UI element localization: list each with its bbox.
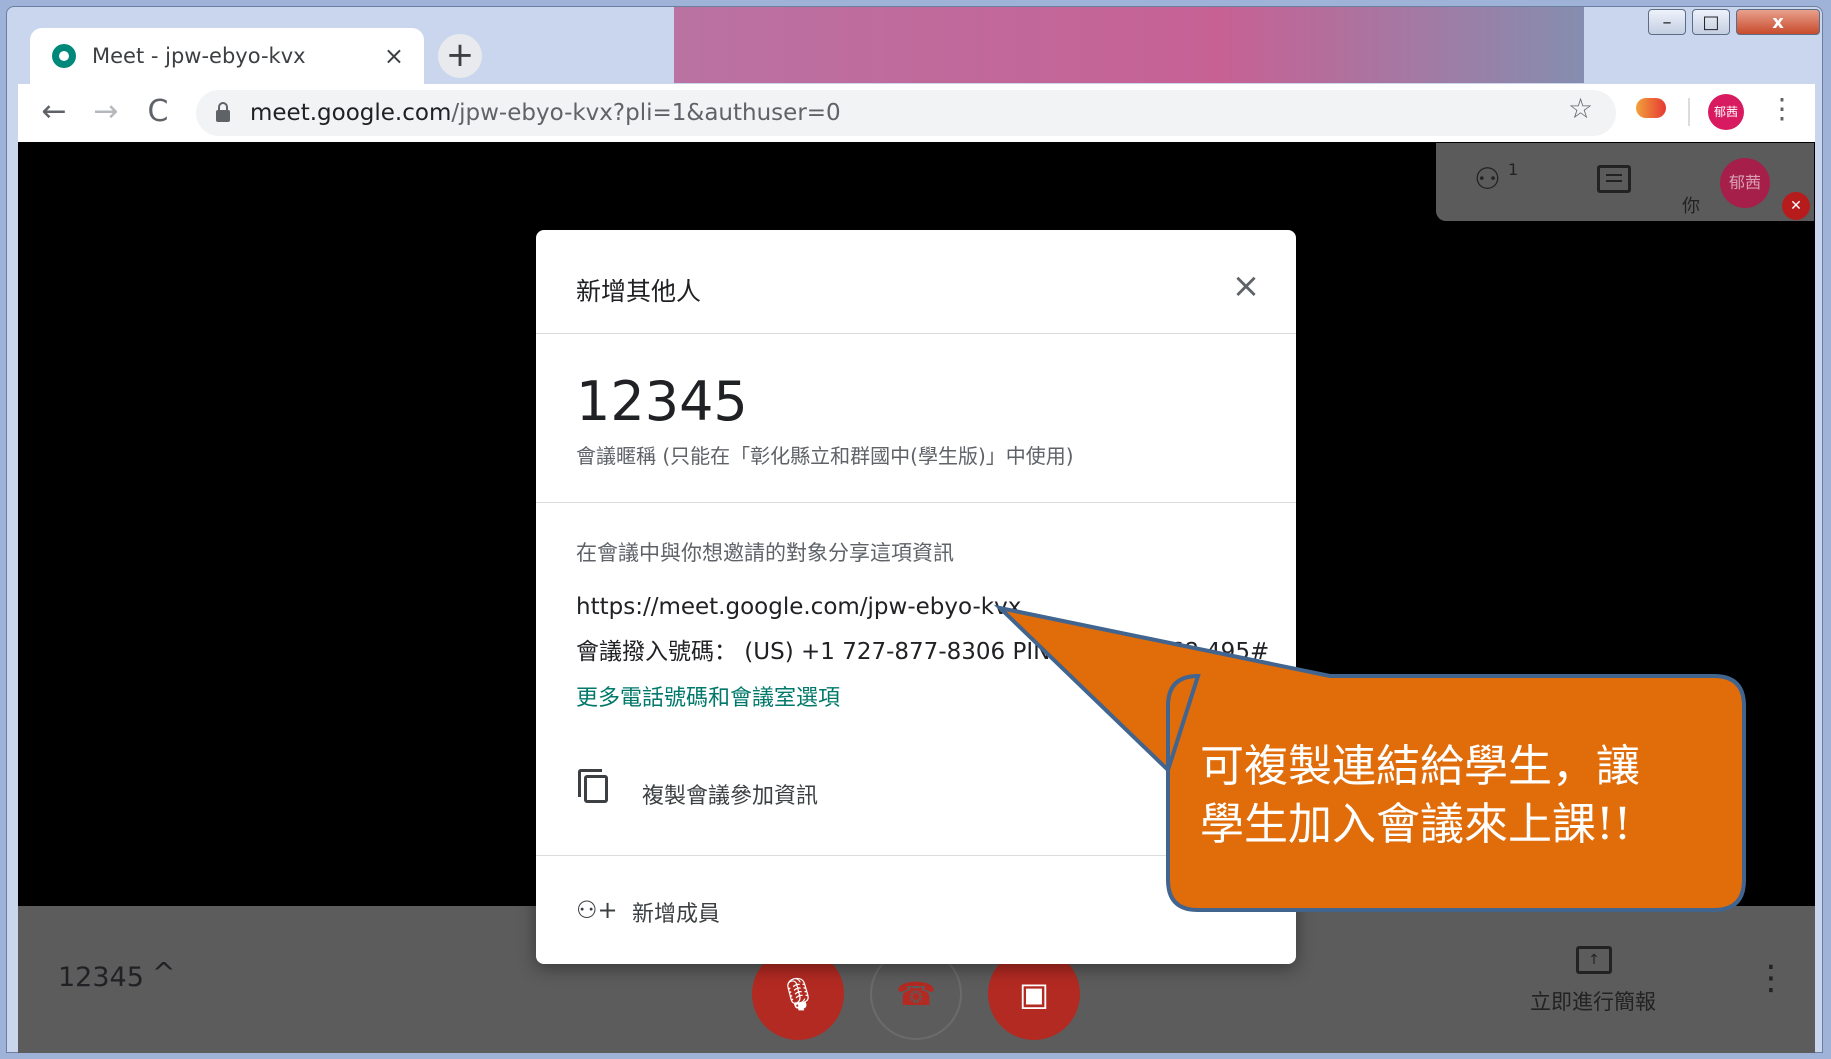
- tab-title: Meet - jpw-ebyo-kvx: [92, 44, 306, 68]
- forward-arrow-icon[interactable]: →: [84, 90, 128, 134]
- divider: [536, 855, 1296, 856]
- dialog-title: 新增其他人: [576, 277, 702, 306]
- meeting-link[interactable]: https://meet.google.com/jpw-ebyo-kvx: [576, 594, 1021, 620]
- divider: [536, 502, 1296, 503]
- add-person-icon[interactable]: ⚇+: [576, 896, 618, 924]
- mic-off-icon: 🎙: [777, 975, 819, 1013]
- divider: [536, 333, 1296, 334]
- callout-text: 可複製連結給學生，讓 學生加入會議來上課!!: [1200, 738, 1700, 854]
- lock-icon[interactable]: [216, 102, 230, 122]
- more-phone-options-link[interactable]: 更多電話號碼和會議室選項: [576, 680, 840, 712]
- new-tab-button[interactable]: +: [438, 34, 482, 78]
- dial-in-info: 會議撥入號碼： (US) +1 727-877-8306 PIN 碼：367 7…: [576, 639, 1270, 665]
- you-label: 你: [1682, 196, 1700, 217]
- mic-off-icon: ✕: [1782, 192, 1810, 220]
- reload-icon[interactable]: C: [136, 90, 180, 134]
- callout-text-line2: 學生加入會議來上課!!: [1200, 799, 1632, 850]
- meeting-details-code[interactable]: 12345: [58, 962, 144, 993]
- add-member-button[interactable]: 新增成員: [632, 896, 720, 928]
- browser-tab[interactable]: Meet - jpw-ebyo-kvx ×: [30, 28, 424, 84]
- copy-icon[interactable]: [584, 775, 608, 803]
- chat-icon[interactable]: [1597, 165, 1631, 193]
- nickname-caption: 會議暱稱 (只能在「彰化縣立和群國中(學生版)」中使用): [576, 444, 1074, 468]
- present-screen-icon[interactable]: ↑: [1576, 946, 1612, 974]
- callout-text-line1: 可複製連結給學生，讓: [1200, 741, 1640, 792]
- share-hint-text: 在會議中與你想邀請的對象分享這項資訊: [576, 541, 954, 565]
- more-options-icon[interactable]: ⋮: [1754, 958, 1788, 998]
- background-banner-image: [674, 7, 1584, 83]
- window-close-button[interactable]: x: [1736, 9, 1820, 35]
- extension-icon[interactable]: [1636, 98, 1666, 118]
- meeting-nickname: 12345: [576, 370, 748, 433]
- url-host: meet.google.com: [250, 100, 452, 126]
- camera-off-icon: ▣: [1018, 975, 1050, 1013]
- close-icon[interactable]: ×: [1226, 266, 1266, 306]
- phone-hangup-icon: ☎: [896, 975, 936, 1013]
- participants-count: 1: [1508, 160, 1519, 179]
- meet-favicon-icon: [52, 44, 76, 68]
- window-minimize-button[interactable]: –: [1648, 9, 1686, 35]
- chevron-up-icon[interactable]: ^: [152, 956, 175, 989]
- url-text[interactable]: meet.google.com/jpw-ebyo-kvx?pli=1&authu…: [250, 100, 841, 126]
- back-arrow-icon[interactable]: ←: [32, 90, 76, 134]
- profile-avatar[interactable]: 郁茜: [1708, 94, 1744, 130]
- bookmark-star-icon[interactable]: ☆: [1568, 92, 1593, 125]
- copy-join-info-button[interactable]: 複製會議參加資訊: [642, 778, 818, 810]
- address-bar[interactable]: meet.google.com/jpw-ebyo-kvx?pli=1&authu…: [196, 90, 1616, 136]
- window-maximize-button[interactable]: □: [1692, 9, 1730, 35]
- present-now-button[interactable]: 立即進行簡報: [1530, 986, 1656, 1016]
- self-avatar: 郁茜: [1720, 158, 1770, 208]
- url-path: /jpw-ebyo-kvx?pli=1&authuser=0: [451, 100, 841, 126]
- people-icon[interactable]: ⚇: [1474, 162, 1501, 197]
- browser-menu-icon[interactable]: ⋮: [1768, 92, 1796, 125]
- toolbar-divider: [1688, 98, 1690, 126]
- tab-close-icon[interactable]: ×: [384, 42, 404, 70]
